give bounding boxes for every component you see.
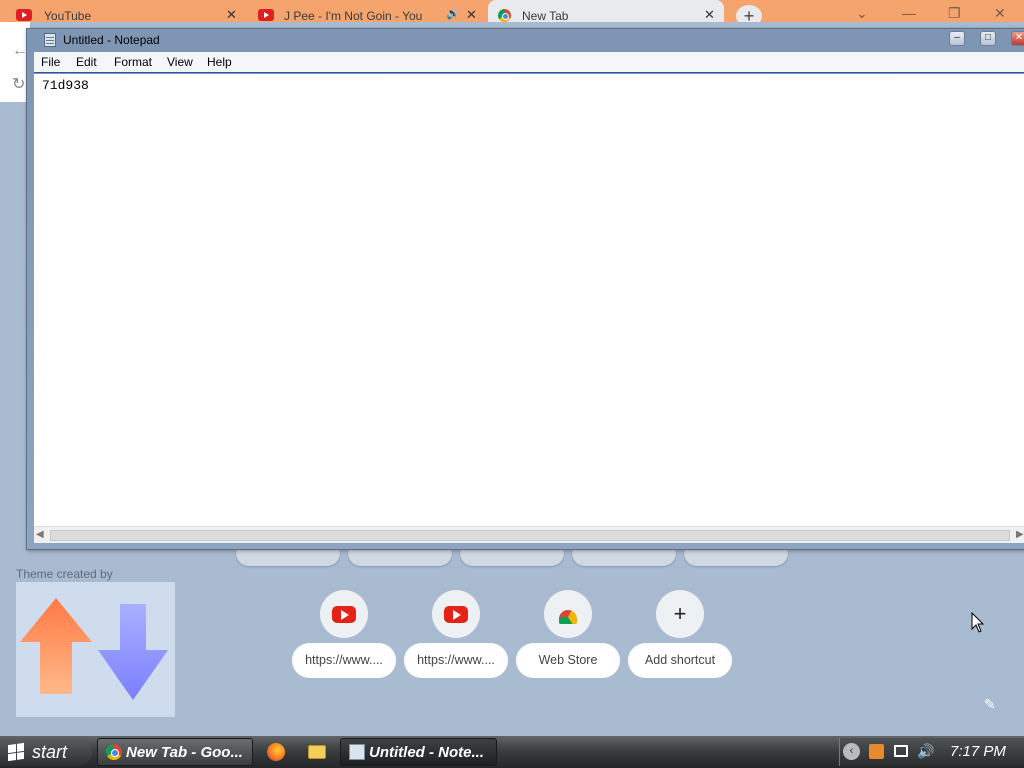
tab-jpee[interactable]: J Pee - I'm Not Goin - You 🔊 ✕ — [250, 0, 486, 22]
tab-youtube[interactable]: YouTube ✕ — [0, 0, 248, 22]
menu-format[interactable]: Format — [114, 55, 152, 69]
chrome-tab-strip: YouTube ✕ J Pee - I'm Not Goin - You 🔊 ✕… — [0, 0, 1024, 22]
network-icon[interactable] — [894, 745, 908, 757]
theme-creator-image[interactable] — [16, 582, 175, 717]
tab-title: J Pee - I'm Not Goin - You — [284, 9, 423, 22]
theme-credit-label: Theme created by — [16, 567, 113, 581]
menu-file[interactable]: File — [41, 55, 60, 69]
firefox-icon[interactable] — [267, 743, 285, 761]
scrollbar-thumb[interactable] — [50, 530, 1010, 541]
shortcut-icon — [544, 590, 592, 638]
shortcut-icon: + — [656, 590, 704, 638]
tray-app-icon[interactable] — [869, 744, 884, 759]
youtube-icon — [444, 605, 468, 623]
menu-help[interactable]: Help — [207, 55, 232, 69]
restore-icon[interactable]: ❐ — [948, 5, 961, 22]
shortcut-icon — [432, 590, 480, 638]
tab-search-icon[interactable]: ⌄ — [856, 5, 868, 22]
reload-icon[interactable]: ↻ — [12, 74, 25, 94]
minimize-button[interactable]: – — [949, 31, 965, 46]
notepad-window: Untitled - Notepad – □ ✕ File Edit Forma… — [26, 28, 1024, 550]
pencil-icon[interactable]: ✎ — [984, 696, 996, 713]
system-tray: ‹ 🔊 7:17 PM — [839, 738, 1024, 766]
taskbar-item-notepad[interactable]: Untitled - Note... — [340, 738, 497, 766]
menu-view[interactable]: View — [167, 55, 193, 69]
webstore-icon — [559, 610, 577, 624]
shortcut-tile-youtube-1[interactable]: https://www.... — [292, 590, 396, 680]
editor-content: 71d938 — [42, 78, 89, 93]
shortcut-label: Web Store — [516, 643, 620, 678]
maximize-button[interactable]: □ — [980, 31, 996, 46]
close-icon[interactable]: ✕ — [226, 7, 237, 22]
windows-flag-icon — [8, 742, 24, 762]
arrow-down-icon — [98, 604, 168, 700]
tab-title: New Tab — [522, 9, 569, 22]
clock[interactable]: 7:17 PM — [950, 743, 1006, 760]
shortcut-icon — [320, 590, 368, 638]
notepad-icon — [44, 33, 56, 47]
menu-edit[interactable]: Edit — [76, 55, 97, 69]
shortcut-label: https://www.... — [404, 643, 508, 678]
tab-title: YouTube — [44, 9, 92, 22]
menu-bar: File Edit Format View Help — [34, 52, 1024, 73]
youtube-icon — [16, 9, 32, 21]
folder-icon[interactable] — [308, 745, 326, 759]
notepad-icon — [349, 744, 365, 760]
close-icon[interactable]: ✕ — [994, 5, 1006, 22]
new-tab-button[interactable]: + — [736, 5, 762, 22]
minimize-icon[interactable]: — — [902, 5, 916, 21]
start-label: start — [32, 741, 68, 762]
notepad-titlebar[interactable]: Untitled - Notepad – □ ✕ — [27, 29, 1024, 51]
volume-icon[interactable]: 🔊 — [917, 743, 934, 760]
close-icon[interactable]: ✕ — [704, 7, 715, 22]
chrome-icon — [106, 744, 122, 760]
mouse-cursor-icon — [971, 612, 985, 633]
chrome-icon — [498, 9, 511, 22]
arrow-up-icon — [20, 598, 92, 694]
task-label: Untitled - Note... — [369, 743, 484, 761]
shortcut-label: Add shortcut — [628, 643, 732, 678]
shortcut-tile-youtube-2[interactable]: https://www.... — [404, 590, 508, 680]
scroll-left-icon[interactable]: ◀ — [36, 529, 44, 540]
plus-icon: + — [673, 601, 687, 626]
shortcut-label: https://www.... — [292, 643, 396, 678]
scroll-right-icon[interactable]: ▶ — [1016, 529, 1024, 540]
close-button[interactable]: ✕ — [1011, 31, 1024, 46]
add-shortcut-button[interactable]: + Add shortcut — [628, 590, 732, 680]
shortcut-tile-web-store[interactable]: Web Store — [516, 590, 620, 680]
tab-new-tab[interactable]: New Tab ✕ — [488, 0, 724, 22]
horizontal-scrollbar[interactable]: ◀ ▶ — [34, 526, 1024, 543]
taskbar-item-chrome[interactable]: New Tab - Goo... — [97, 738, 253, 766]
close-icon[interactable]: ✕ — [466, 7, 477, 22]
youtube-icon — [332, 605, 356, 623]
task-label: New Tab - Goo... — [126, 743, 243, 761]
text-editor[interactable]: 71d938 — [34, 74, 1024, 526]
start-button[interactable]: start — [0, 738, 92, 766]
show-hidden-icons-button[interactable]: ‹ — [843, 743, 860, 760]
window-title: Untitled - Notepad — [63, 33, 160, 47]
speaker-icon[interactable]: 🔊 — [446, 7, 460, 20]
youtube-icon — [258, 9, 274, 21]
